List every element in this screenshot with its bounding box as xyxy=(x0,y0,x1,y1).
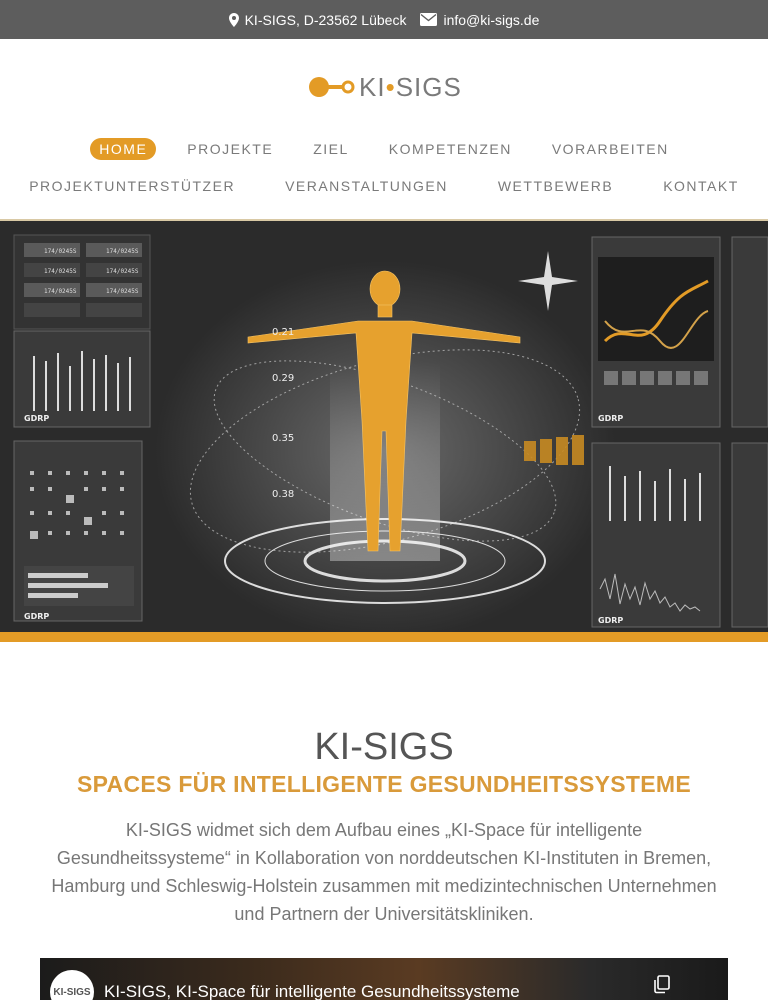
tile-code-4: 174/0245S xyxy=(106,268,139,275)
nav-row-2: PROJEKTUNTERSTÜTZER VERANSTALTUNGEN WETT… xyxy=(0,175,768,197)
logo-wordmark: KI•SIGS xyxy=(359,72,462,102)
hero-banner: 0.21 0.29 0.35 0.38 GDRP GDRP GDRP GDRP … xyxy=(0,221,768,632)
readout-2: 0.29 xyxy=(272,373,294,384)
panel-brand-3: GDRP xyxy=(598,414,623,423)
panel-brand-4: GDRP xyxy=(598,616,623,625)
nav-projekte[interactable]: PROJEKTE xyxy=(178,138,282,160)
nav-row-1: HOME PROJEKTE ZIEL KOMPETENZEN VORARBEIT… xyxy=(0,138,768,160)
readout-3: 0.35 xyxy=(272,433,294,444)
tile-code-1: 174/0245S xyxy=(44,248,77,255)
intro-paragraph: KI-SIGS widmet sich dem Aufbau eines „KI… xyxy=(51,820,717,924)
page-title: KI-SIGS xyxy=(314,726,454,768)
nav-kontakt[interactable]: KONTAKT xyxy=(654,175,748,197)
nav-wettbewerb[interactable]: WETTBEWERB xyxy=(489,175,622,197)
tile-code-5: 174/0245S xyxy=(44,288,77,295)
video-title[interactable]: KI-SIGS, KI-Space für intelligente Gesun… xyxy=(104,982,520,1000)
copy-link-icon[interactable] xyxy=(652,974,672,994)
map-marker-icon xyxy=(228,12,239,27)
nav-home[interactable]: HOME xyxy=(90,138,157,160)
email-item[interactable]: info@ki-sigs.de xyxy=(420,12,539,28)
nav-veranstaltungen[interactable]: VERANSTALTUNGEN xyxy=(276,175,457,197)
tile-code-2: 174/0245S xyxy=(106,248,139,255)
video-embed[interactable]: KI-SIGS KI-SIGS, KI-Space für intelligen… xyxy=(40,958,728,1000)
top-bar: KI-SIGS, D-23562 Lübeck info@ki-sigs.de xyxy=(0,0,768,39)
page-subtitle: SPACES FÜR INTELLIGENTE GESUNDHEITSSYSTE… xyxy=(76,771,692,797)
site-logo[interactable]: KI•SIGS xyxy=(308,73,468,101)
address-item: KI-SIGS, D-23562 Lübeck xyxy=(228,11,407,28)
nav-vorarbeiten[interactable]: VORARBEITEN xyxy=(543,138,678,160)
hero-accent-bar xyxy=(0,632,768,642)
readout-1: 0.21 xyxy=(272,327,294,338)
nav-ziel[interactable]: ZIEL xyxy=(304,138,358,160)
email-link[interactable]: info@ki-sigs.de xyxy=(443,12,539,28)
panel-brand-2: GDRP xyxy=(24,612,49,621)
tile-code-6: 174/0245S xyxy=(106,288,139,295)
hero-illustration: 0.21 0.29 0.35 0.38 GDRP GDRP GDRP GDRP … xyxy=(0,221,768,632)
panel-brand-1: GDRP xyxy=(24,414,49,423)
envelope-icon xyxy=(420,13,438,26)
readout-4: 0.38 xyxy=(272,489,294,500)
address-text: KI-SIGS, D-23562 Lübeck xyxy=(244,11,407,28)
logo-mark-icon xyxy=(309,77,355,97)
nav-projektunterstuetzer[interactable]: PROJEKTUNTERSTÜTZER xyxy=(20,175,244,197)
channel-avatar[interactable]: KI-SIGS xyxy=(50,970,94,1000)
nav-kompetenzen[interactable]: KOMPETENZEN xyxy=(380,138,521,160)
tile-code-3: 174/0245S xyxy=(44,268,77,275)
